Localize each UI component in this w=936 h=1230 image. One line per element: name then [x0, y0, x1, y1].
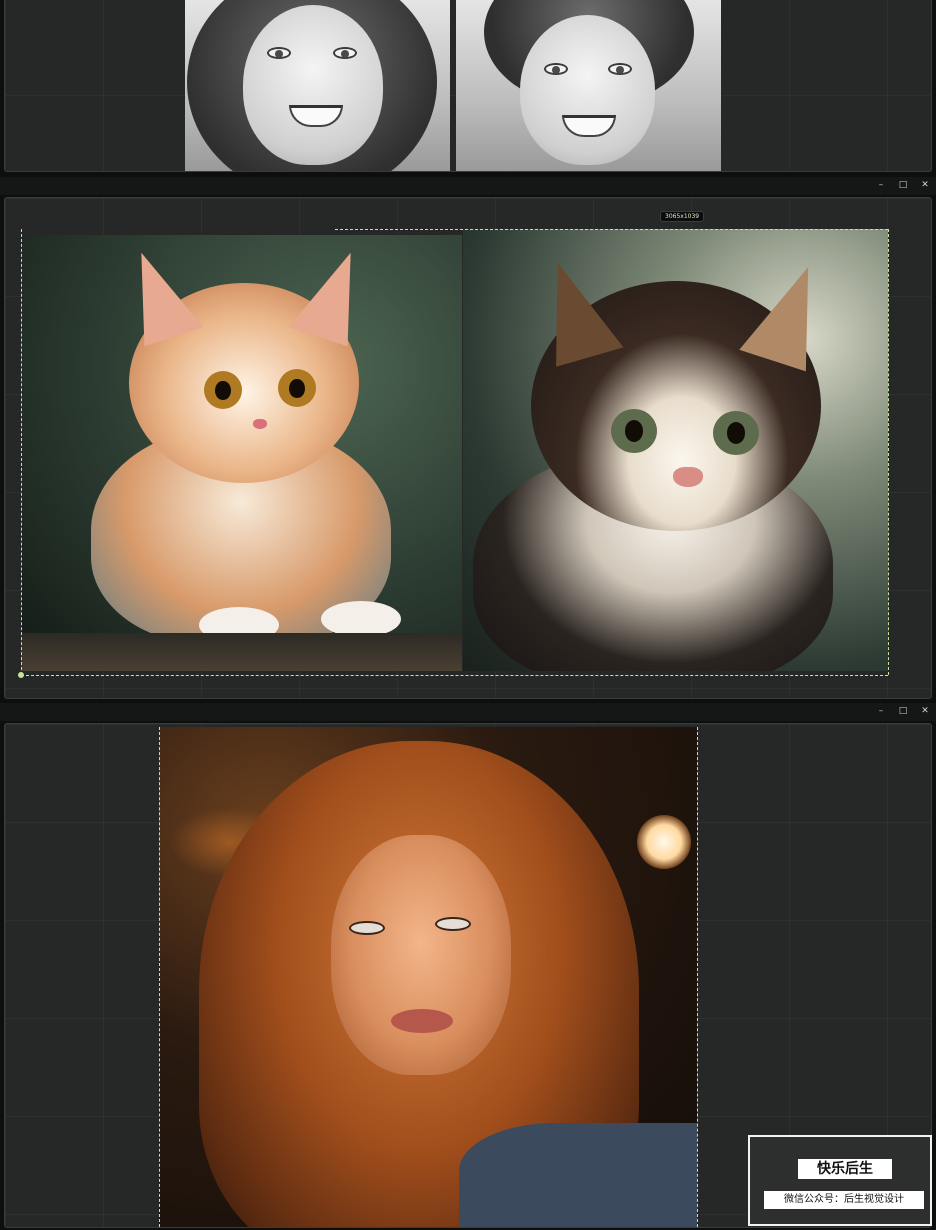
eye-left — [544, 63, 568, 75]
shirt — [459, 1123, 697, 1227]
minimize-icon[interactable]: – — [875, 179, 887, 191]
eye-right — [608, 63, 632, 75]
selection-edge-right[interactable] — [888, 229, 889, 675]
eye-left — [267, 47, 291, 59]
selection-size-badge: 3065x1039 — [660, 211, 705, 222]
canvas-panel-top[interactable] — [4, 0, 932, 172]
selection-edge-left[interactable] — [159, 727, 160, 1227]
watermark-title: 快乐后生 — [798, 1159, 892, 1179]
eye-right — [333, 47, 357, 59]
lips — [391, 1009, 453, 1033]
face-shape — [520, 15, 655, 165]
face-shape — [331, 835, 511, 1075]
maximize-icon[interactable]: □ — [897, 179, 909, 191]
ground — [21, 633, 462, 671]
selection-edge-bottom[interactable] — [21, 675, 888, 676]
kitten-ear-right — [739, 254, 837, 372]
kitten-paw-right — [321, 601, 401, 637]
selection-handle[interactable] — [18, 672, 24, 678]
window-titlebar-portrait[interactable]: – □ ✕ — [0, 703, 936, 721]
kitten-eye-right — [713, 411, 759, 455]
image-woman-portrait[interactable] — [159, 727, 697, 1227]
selection-edge-left[interactable] — [21, 229, 22, 675]
watermark-subtitle: 微信公众号：后生视觉设计 — [764, 1191, 924, 1209]
eye-right — [435, 917, 471, 931]
window-titlebar-kittens[interactable]: – □ ✕ — [0, 177, 936, 195]
kitten-ear-left — [528, 251, 624, 367]
canvas-panel-kittens[interactable] — [4, 197, 932, 699]
watermark-box: 快乐后生 微信公众号：后生视觉设计 — [748, 1135, 932, 1226]
kitten-eye-right — [278, 369, 316, 407]
face-shape — [243, 5, 383, 165]
bokeh-light — [637, 815, 691, 869]
selection-edge-top[interactable] — [335, 229, 888, 230]
selection-edge-right[interactable] — [697, 727, 698, 1227]
image-sketch-boy[interactable] — [456, 0, 721, 171]
kitten-ear-left — [116, 241, 204, 347]
kitten-nose — [253, 419, 267, 429]
minimize-icon[interactable]: – — [875, 705, 887, 717]
kitten-nose — [673, 467, 703, 487]
kitten-ear-right — [288, 241, 376, 347]
kitten-eye-left — [611, 409, 657, 453]
image-sketch-girl[interactable] — [185, 0, 450, 171]
maximize-icon[interactable]: □ — [897, 705, 909, 717]
close-icon[interactable]: ✕ — [919, 179, 931, 191]
eye-left — [349, 921, 385, 935]
close-icon[interactable]: ✕ — [919, 705, 931, 717]
image-calico-kitten[interactable] — [463, 229, 888, 671]
image-ginger-kitten[interactable] — [21, 235, 462, 671]
kitten-eye-left — [204, 371, 242, 409]
